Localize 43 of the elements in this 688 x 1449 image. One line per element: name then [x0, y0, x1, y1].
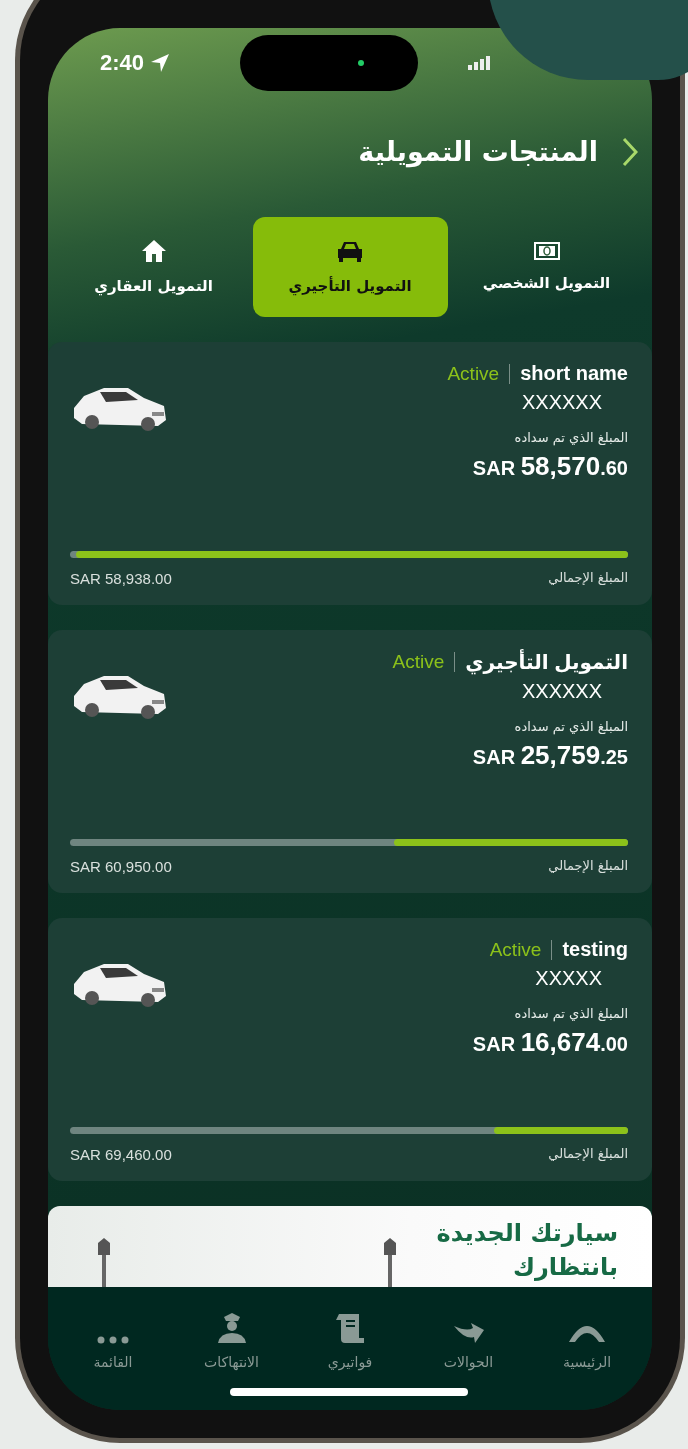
paid-amount: SAR 25,759.25: [472, 740, 628, 771]
receipt-icon: [335, 1312, 365, 1344]
contract-name: short name: [520, 362, 628, 385]
total-amount: SAR 69,460.00: [70, 1146, 172, 1163]
more-icon: [97, 1336, 129, 1344]
finance-tab[interactable]: التمويل التأجيري: [252, 217, 448, 317]
car-icon: [336, 239, 364, 263]
nav-item[interactable]: الرئيسية: [532, 1307, 642, 1371]
paid-amount: SAR 58,570.60: [472, 451, 628, 482]
status-label: Active: [392, 651, 445, 673]
banknote-icon: [533, 242, 560, 260]
status-label: Active: [489, 938, 542, 961]
finance-tab[interactable]: التمويل العقاري: [56, 217, 251, 317]
signal-icon: [468, 56, 493, 70]
arrow-icon: [452, 1322, 485, 1344]
banner-headline: سيارتك الجديدة بانتظارك: [435, 1218, 618, 1283]
back-chevron-icon[interactable]: [622, 136, 638, 167]
house-icon: [140, 239, 167, 263]
total-amount-label: المبلغ الإجمالي: [548, 858, 628, 875]
finance-tab[interactable]: التمويل الشخصي: [449, 217, 644, 317]
account-number: XXXXXX: [521, 680, 602, 703]
contract-name: testing: [562, 938, 628, 961]
paid-amount-label: المبلغ الذي تم سداده: [514, 1006, 628, 1021]
total-amount-label: المبلغ الإجمالي: [548, 570, 628, 587]
location-arrow-icon: [150, 53, 171, 73]
contract-name: التمويل التأجيري: [465, 650, 628, 674]
total-amount: SAR 60,950.00: [70, 858, 172, 875]
nav-item[interactable]: الانتهاكات: [176, 1307, 287, 1371]
total-amount-label: المبلغ الإجمالي: [548, 1146, 628, 1163]
status-label: Active: [447, 362, 500, 385]
nav-item[interactable]: القائمة: [58, 1307, 168, 1371]
paid-amount-label: المبلغ الذي تم سداده: [514, 719, 628, 734]
paid-amount-label: المبلغ الذي تم سداده: [514, 430, 628, 445]
promo-banner[interactable]: سيارتك الجديدة بانتظارك: [48, 1206, 652, 1287]
paid-amount: SAR 16,674.00: [472, 1027, 628, 1058]
account-number: XXXXX: [535, 967, 602, 990]
nav-item[interactable]: فواتيري: [295, 1307, 405, 1371]
page-title: المنتجات التمويلية: [358, 136, 598, 167]
nav-item[interactable]: الحوالات: [413, 1307, 524, 1371]
status-time: 2:40: [100, 50, 145, 76]
total-amount: SAR 58,938.00: [70, 570, 172, 587]
officer-icon: [216, 1312, 247, 1344]
account-number: XXXXXX: [521, 391, 602, 414]
